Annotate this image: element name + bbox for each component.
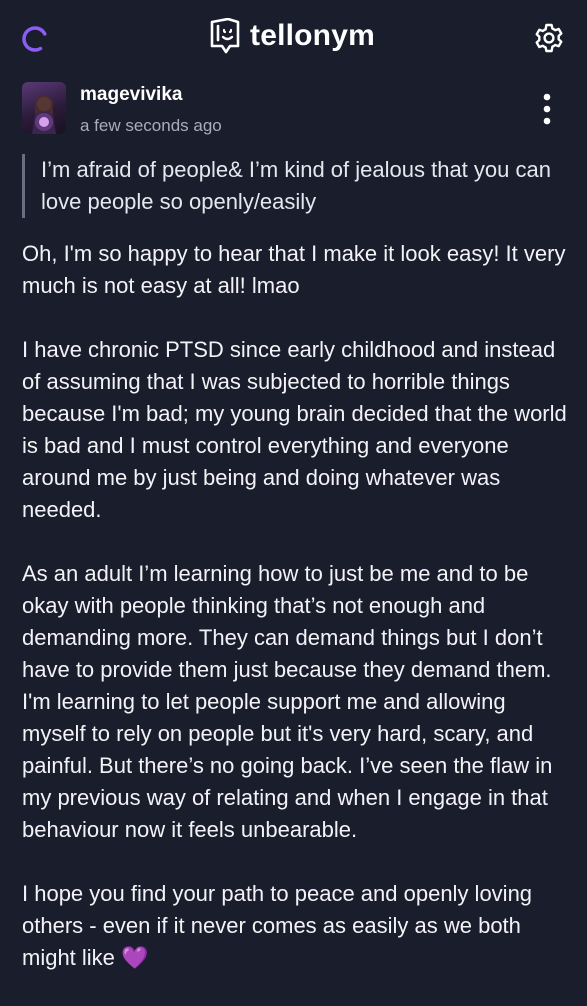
- avatar-image: [32, 95, 56, 134]
- username[interactable]: magevivika: [80, 84, 182, 106]
- gear-icon[interactable]: [533, 22, 565, 54]
- app-name: tellonym: [250, 19, 375, 52]
- more-vertical-icon[interactable]: [536, 92, 558, 126]
- app-header: tellonym: [0, 0, 587, 76]
- brand: tellonym: [208, 18, 375, 54]
- timestamp: a few seconds ago: [80, 116, 222, 135]
- answer-paragraph: Oh, I'm so happy to hear that I make it …: [22, 241, 566, 298]
- answer-body: Oh, I'm so happy to hear that I make it …: [22, 238, 567, 1006]
- answer-paragraph: I have chronic PTSD since early childhoo…: [22, 337, 567, 522]
- avatar[interactable]: [22, 82, 66, 134]
- question-text: I’m afraid of people& I’m kind of jealou…: [22, 154, 581, 218]
- answer-paragraph-text: I hope you find your path to peace and o…: [22, 881, 533, 970]
- answer-paragraph: As an adult I’m learning how to just be …: [22, 561, 553, 842]
- answer-paragraph-last: I hope you find your path to peace and o…: [22, 878, 567, 974]
- spinner-icon: [22, 26, 48, 52]
- purple-heart-emoji: 💜: [121, 945, 149, 970]
- tellonym-logo-icon: [210, 18, 240, 54]
- post-header: magevivika a few seconds ago: [22, 82, 567, 138]
